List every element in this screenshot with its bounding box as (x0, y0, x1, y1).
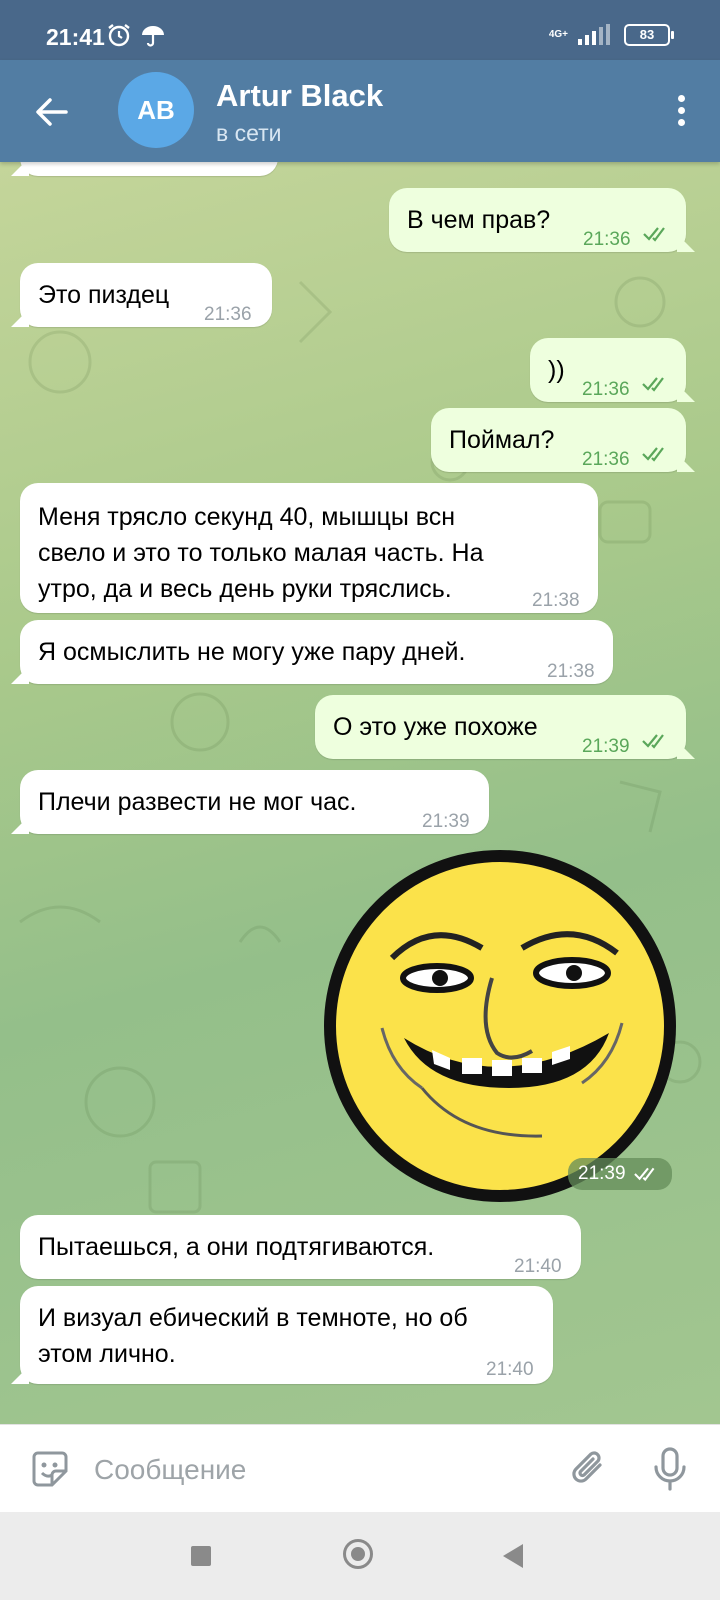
message-time: 21:36 (216, 162, 264, 172)
alarm-icon (108, 24, 130, 47)
message-bubble-incoming[interactable]: И визуал ебический в темноте, но об этом… (20, 1286, 553, 1384)
chat-header: AB Artur Black в сети (0, 60, 720, 162)
message-bubble-incoming[interactable]: Пытаешься, а они подтягиваются. 21:40 (20, 1215, 581, 1279)
message-line: утро, да и весь день руки тряслись. (38, 575, 452, 603)
status-time: 21:41 (46, 24, 105, 50)
message-bubble-outgoing[interactable]: О это уже похоже 21:39 (315, 695, 686, 759)
status-bar: 21:41 4G+ 83 (0, 0, 720, 60)
message-text: Плечи развести не мог час. (38, 788, 357, 816)
message-time: 21:39 (422, 811, 470, 832)
read-checkmarks-icon (642, 734, 664, 749)
message-line: свело и это то только малая часть. На (38, 539, 484, 567)
message-time: 21:38 (532, 590, 580, 611)
message-time: 21:36 (582, 449, 630, 470)
message-bubble-incoming[interactable]: Плечи развести не мог час. 21:39 (20, 770, 489, 834)
sticker-time-badge: 21:39 (568, 1158, 672, 1190)
message-line: Меня трясло секунд 40, мышцы всн (38, 503, 456, 531)
network-type: 4G+ (548, 29, 568, 40)
message-text: Пытаешься, а они подтягиваются. (38, 1233, 435, 1261)
yellow-smiley-face-sticker[interactable] (322, 848, 678, 1204)
message-bubble-outgoing[interactable]: В чем прав? 21:36 (389, 188, 686, 252)
message-text: Это пиздец (38, 281, 170, 309)
paperclip-icon[interactable] (566, 1445, 612, 1491)
battery-indicator: 83 (624, 24, 674, 46)
message-text: Я осмыслить не могу уже пару дней. (38, 638, 466, 666)
message-text: Меня трясло секунд 40, мышцы всн свело и… (38, 499, 483, 607)
message-bubble-incoming[interactable]: Это пиздец 21:36 (20, 263, 272, 327)
umbrella-icon (142, 26, 164, 47)
message-text: И визуал ебический в темноте, но об этом… (38, 1300, 468, 1372)
message-time: 21:39 (578, 1163, 626, 1184)
message-time: 21:36 (582, 379, 630, 400)
message-time: 21:40 (514, 1256, 562, 1277)
message-time: 21:38 (547, 661, 595, 682)
system-navigation-bar (0, 1512, 720, 1600)
avatar[interactable]: AB (118, 72, 194, 148)
contact-name[interactable]: Artur Black (216, 78, 383, 114)
message-bubble-incoming[interactable]: Я осмыслить не могу уже пару дней. 21:38 (20, 620, 613, 684)
message-text: )) (548, 356, 565, 384)
sticker-emoji-icon[interactable] (28, 1447, 72, 1491)
read-checkmarks-icon (642, 377, 664, 392)
message-bubble-incoming[interactable]: 21:36 (20, 162, 278, 176)
message-text: Поймал? (449, 426, 555, 454)
system-back-button[interactable] (503, 1544, 523, 1568)
message-time: 21:36 (583, 229, 631, 250)
microphone-icon[interactable] (650, 1445, 690, 1493)
battery-level: 83 (639, 27, 655, 42)
message-composer (0, 1424, 720, 1513)
signal-icon (578, 24, 610, 45)
recent-apps-button[interactable] (191, 1546, 211, 1566)
message-bubble-outgoing[interactable]: )) 21:36 (530, 338, 686, 402)
message-time: 21:40 (486, 1359, 534, 1380)
read-checkmarks-icon (643, 227, 665, 242)
message-input[interactable] (92, 1445, 536, 1495)
read-checkmarks-icon (642, 447, 664, 462)
home-button[interactable] (343, 1539, 373, 1569)
message-time: 21:36 (204, 304, 252, 325)
message-list[interactable]: 21:36 В чем прав? 21:36 Это пиздец 21:36… (0, 162, 720, 1424)
message-text: В чем прав? (407, 206, 551, 234)
message-time: 21:39 (582, 736, 630, 757)
more-vertical-icon[interactable] (672, 92, 690, 132)
read-checkmarks-icon (633, 1167, 654, 1182)
message-bubble-outgoing[interactable]: Поймал? 21:36 (431, 408, 686, 472)
message-bubble-incoming[interactable]: Меня трясло секунд 40, мышцы всн свело и… (20, 483, 598, 613)
back-arrow-icon[interactable] (30, 90, 74, 134)
message-line: И визуал ебический в темноте, но об (38, 1304, 468, 1332)
contact-status: в сети (216, 120, 282, 146)
message-line: этом лично. (38, 1340, 176, 1368)
message-text: О это уже похоже (333, 713, 538, 741)
